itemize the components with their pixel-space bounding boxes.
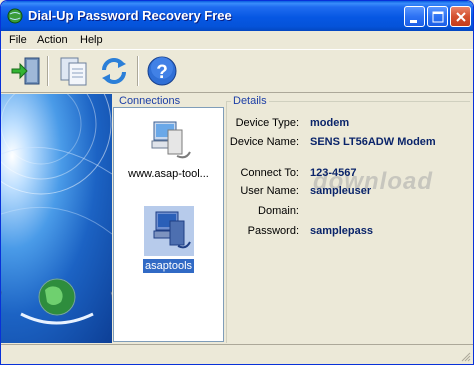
app-window: Dial-Up Password Recovery Free File Acti… <box>0 0 474 365</box>
close-icon <box>456 12 466 22</box>
exit-door-icon <box>11 57 40 85</box>
detail-row-user-name: User Name: sampleuser <box>229 185 469 199</box>
toolbar-separator <box>137 56 139 86</box>
dialup-connection-icon <box>143 206 194 256</box>
detail-value: modem <box>310 117 350 129</box>
detail-key: Device Type: <box>235 117 299 129</box>
minimize-icon <box>410 20 417 23</box>
detail-value: samplepass <box>310 225 373 237</box>
resize-grip-icon[interactable] <box>459 350 471 362</box>
maximize-icon <box>432 11 444 23</box>
refresh-button[interactable] <box>97 54 131 88</box>
details-label: Details <box>231 95 269 107</box>
detail-key: Password: <box>247 225 299 237</box>
detail-value: SENS LT56ADW Modem <box>310 136 436 148</box>
menu-help[interactable]: Help <box>80 34 103 46</box>
exit-button[interactable] <box>9 54 43 88</box>
copy-icon <box>60 57 87 86</box>
connection-label: asaptools <box>142 259 195 273</box>
svg-text:?: ? <box>156 62 168 83</box>
close-button[interactable] <box>450 6 471 27</box>
detail-value: 123-4567 <box>310 167 357 179</box>
help-icon: ? <box>147 56 177 86</box>
detail-value: sampleuser <box>310 185 372 197</box>
help-button[interactable]: ? <box>145 54 179 88</box>
window-title: Dial-Up Password Recovery Free <box>28 8 232 23</box>
detail-key: Device Name: <box>229 136 299 148</box>
title-bar[interactable]: Dial-Up Password Recovery Free <box>1 1 473 31</box>
menu-bar: File Action Help <box>1 31 473 50</box>
connections-label: Connections <box>117 95 183 107</box>
computer-network-icon <box>151 121 191 159</box>
copy-button[interactable] <box>57 54 91 88</box>
connection-label: www.asap-tool... <box>128 168 209 180</box>
toolbar: ? <box>1 51 473 93</box>
globe-network-icon <box>1 94 112 325</box>
list-item[interactable]: www.asap-tool... <box>114 116 223 181</box>
detail-row-device-name: Device Name: SENS LT56ADW Modem <box>229 136 469 150</box>
maximize-button[interactable] <box>427 6 448 27</box>
detail-row-domain: Domain: <box>229 205 469 219</box>
toolbar-separator <box>47 56 49 86</box>
menu-action[interactable]: Action <box>37 34 68 46</box>
menu-file[interactable]: File <box>9 34 27 46</box>
detail-row-password: Password: samplepass <box>229 225 469 239</box>
minimize-button[interactable] <box>404 6 425 27</box>
app-globe-icon <box>7 8 23 24</box>
connections-list[interactable]: www.asap-tool... asaptools <box>113 107 224 342</box>
decorative-banner <box>1 94 112 343</box>
list-item[interactable]: asaptools <box>114 206 223 273</box>
detail-row-connect-to: Connect To: 123-4567 <box>229 167 469 181</box>
detail-key: User Name: <box>240 185 299 197</box>
detail-key: Domain: <box>258 205 299 217</box>
refresh-icon <box>102 58 126 84</box>
detail-row-device-type: Device Type: modem <box>229 117 469 131</box>
status-bar <box>1 344 473 364</box>
detail-key: Connect To: <box>240 167 299 179</box>
